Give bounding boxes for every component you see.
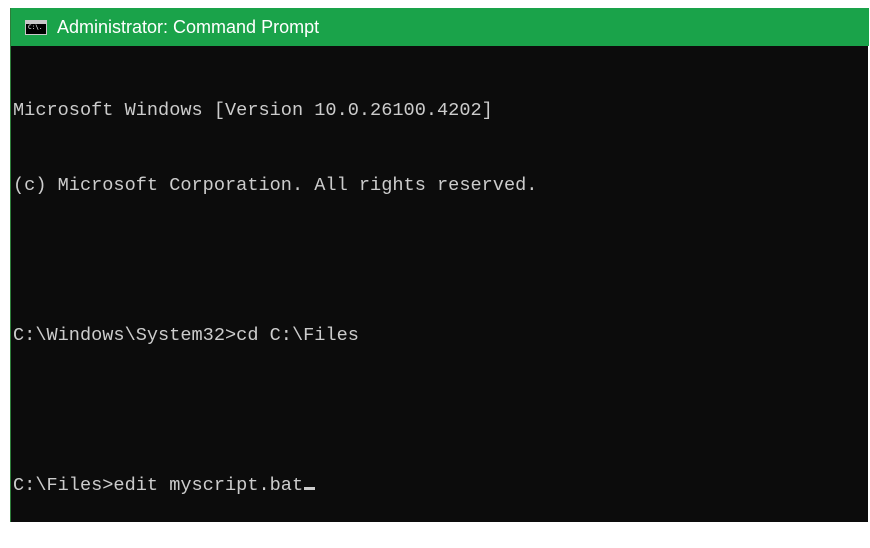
console-line-edit-command: C:\Files>edit myscript.bat [13, 475, 304, 496]
console-output[interactable]: Microsoft Windows [Version 10.0.26100.42… [13, 48, 863, 548]
console-line-version: Microsoft Windows [Version 10.0.26100.42… [13, 100, 493, 121]
console-line-cd-command: C:\Windows\System32>cd C:\Files [13, 325, 359, 346]
console-input-line[interactable]: C:\Files>edit myscript.bat [13, 473, 863, 498]
text-cursor [304, 487, 316, 490]
cmd-icon-text: C:\. [28, 23, 43, 31]
console-line-copyright: (c) Microsoft Corporation. All rights re… [13, 175, 538, 196]
cmd-icon: C:\. [25, 19, 47, 35]
title-bar[interactable]: C:\. Administrator: Command Prompt [11, 8, 869, 46]
window-title: Administrator: Command Prompt [57, 16, 320, 37]
command-prompt-window: C:\. Administrator: Command Prompt Micro… [10, 8, 869, 522]
